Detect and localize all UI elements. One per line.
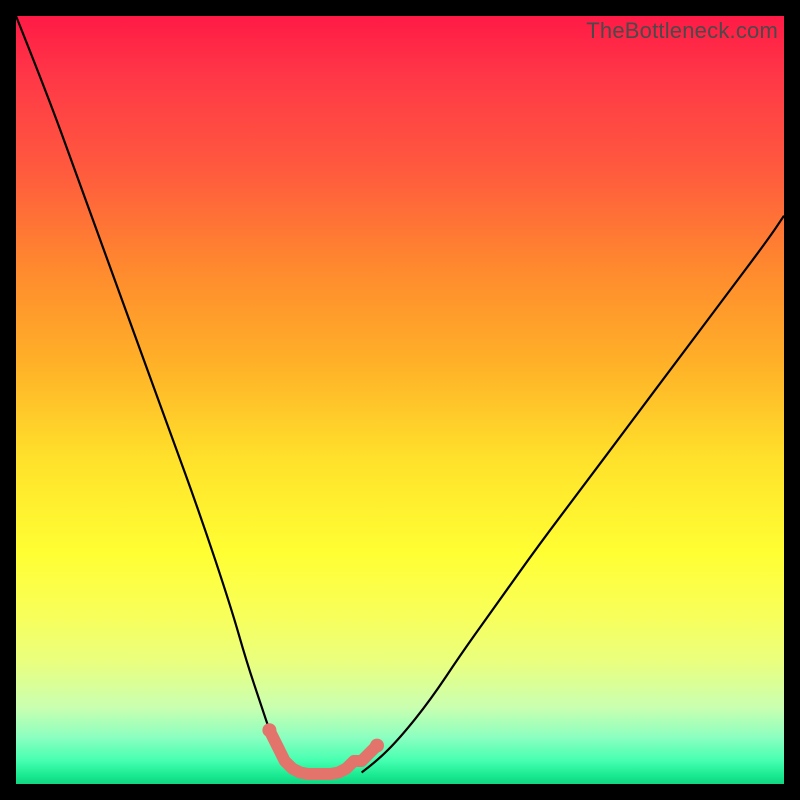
curve-layer: [16, 16, 784, 784]
valley-overlay: [269, 730, 377, 774]
chart-frame: TheBottleneck.com: [0, 0, 800, 800]
right-curve: [362, 216, 784, 773]
left-curve: [16, 16, 296, 773]
plot-area: TheBottleneck.com: [16, 16, 784, 784]
valley-dot-left: [262, 723, 276, 737]
valley-dot-right: [370, 739, 384, 753]
